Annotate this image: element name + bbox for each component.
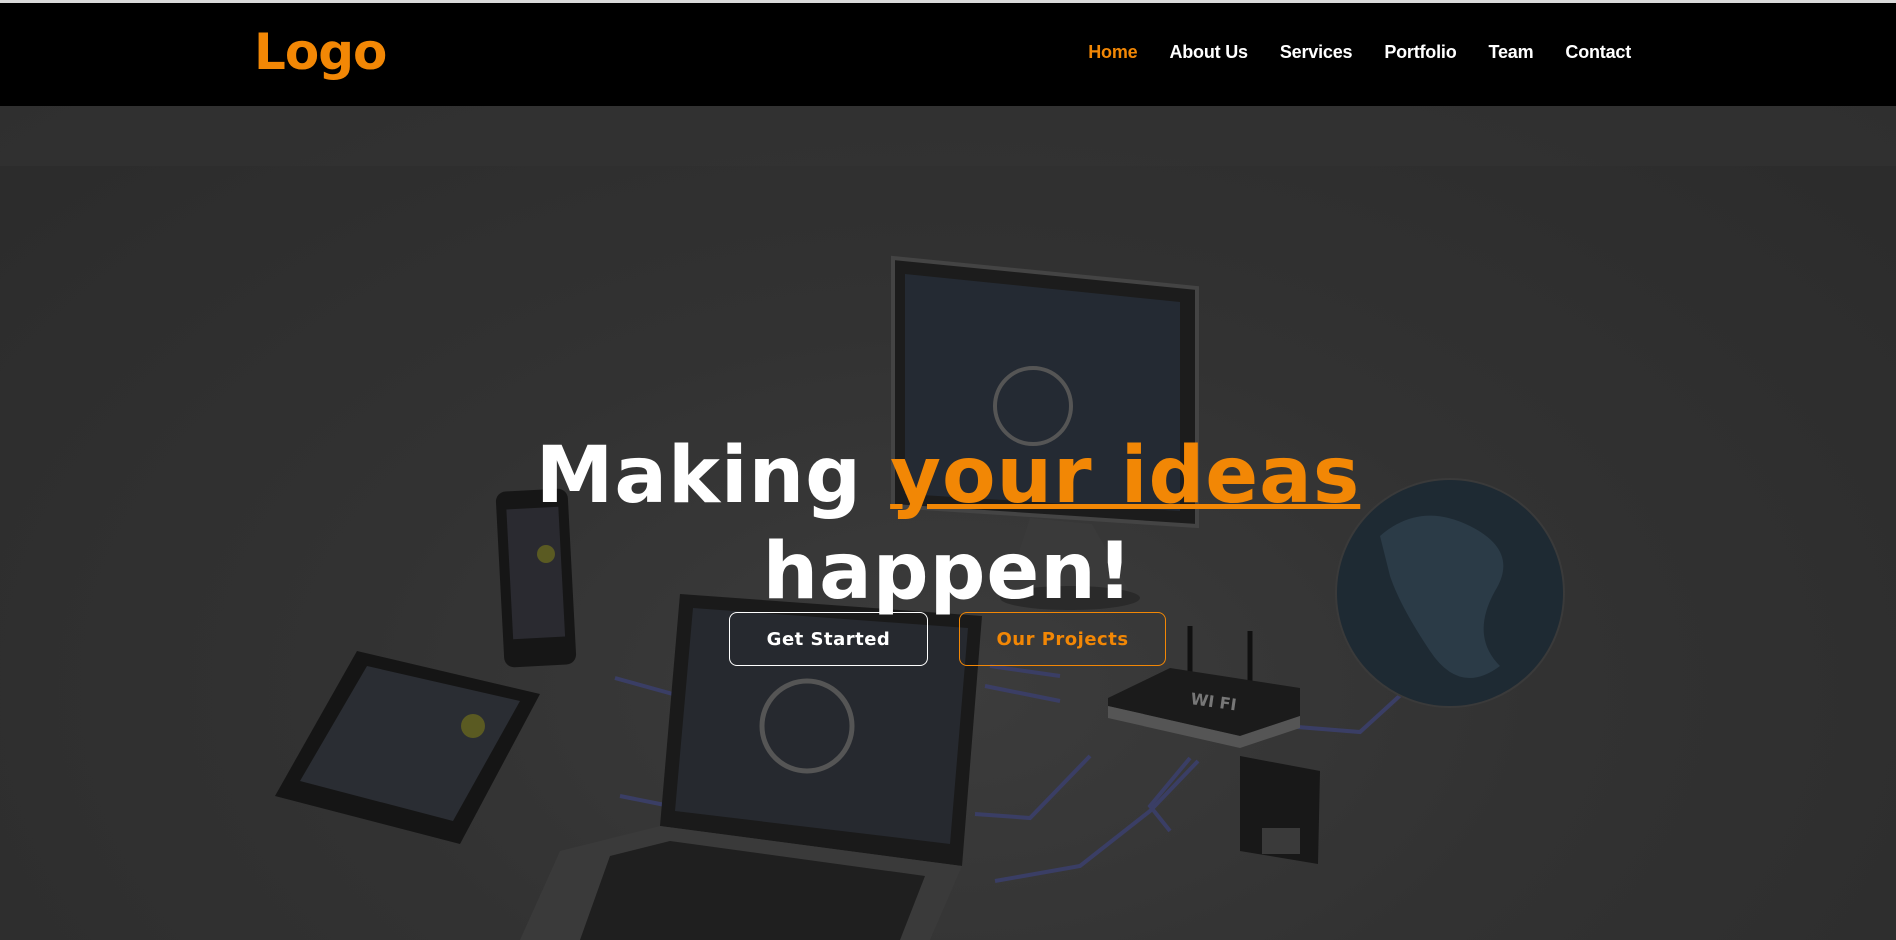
nav-team[interactable]: Team [1489, 42, 1534, 63]
logo[interactable]: Logo [254, 23, 387, 81]
nav-home[interactable]: Home [1088, 42, 1137, 63]
hero-title: Making your ideas happen! [0, 428, 1896, 620]
main-nav: Home About Us Services Portfolio Team Co… [1088, 42, 1631, 63]
nav-portfolio[interactable]: Portfolio [1384, 42, 1456, 63]
nav-contact[interactable]: Contact [1565, 42, 1631, 63]
get-started-button[interactable]: Get Started [729, 612, 928, 666]
hard-drive-image [1240, 756, 1320, 864]
nav-about-us[interactable]: About Us [1169, 42, 1248, 63]
hero-title-part2: happen! [762, 527, 1134, 618]
hero-title-part1: Making [535, 431, 862, 522]
navbar: Logo Home About Us Services Portfolio Te… [0, 3, 1896, 106]
tablet-image [275, 651, 540, 844]
our-projects-button[interactable]: Our Projects [959, 612, 1166, 666]
hero-title-accent: your ideas [890, 431, 1361, 522]
hero-section: WI FI Making your ideas happen! Get Star… [0, 106, 1896, 940]
nav-services[interactable]: Services [1280, 42, 1353, 63]
